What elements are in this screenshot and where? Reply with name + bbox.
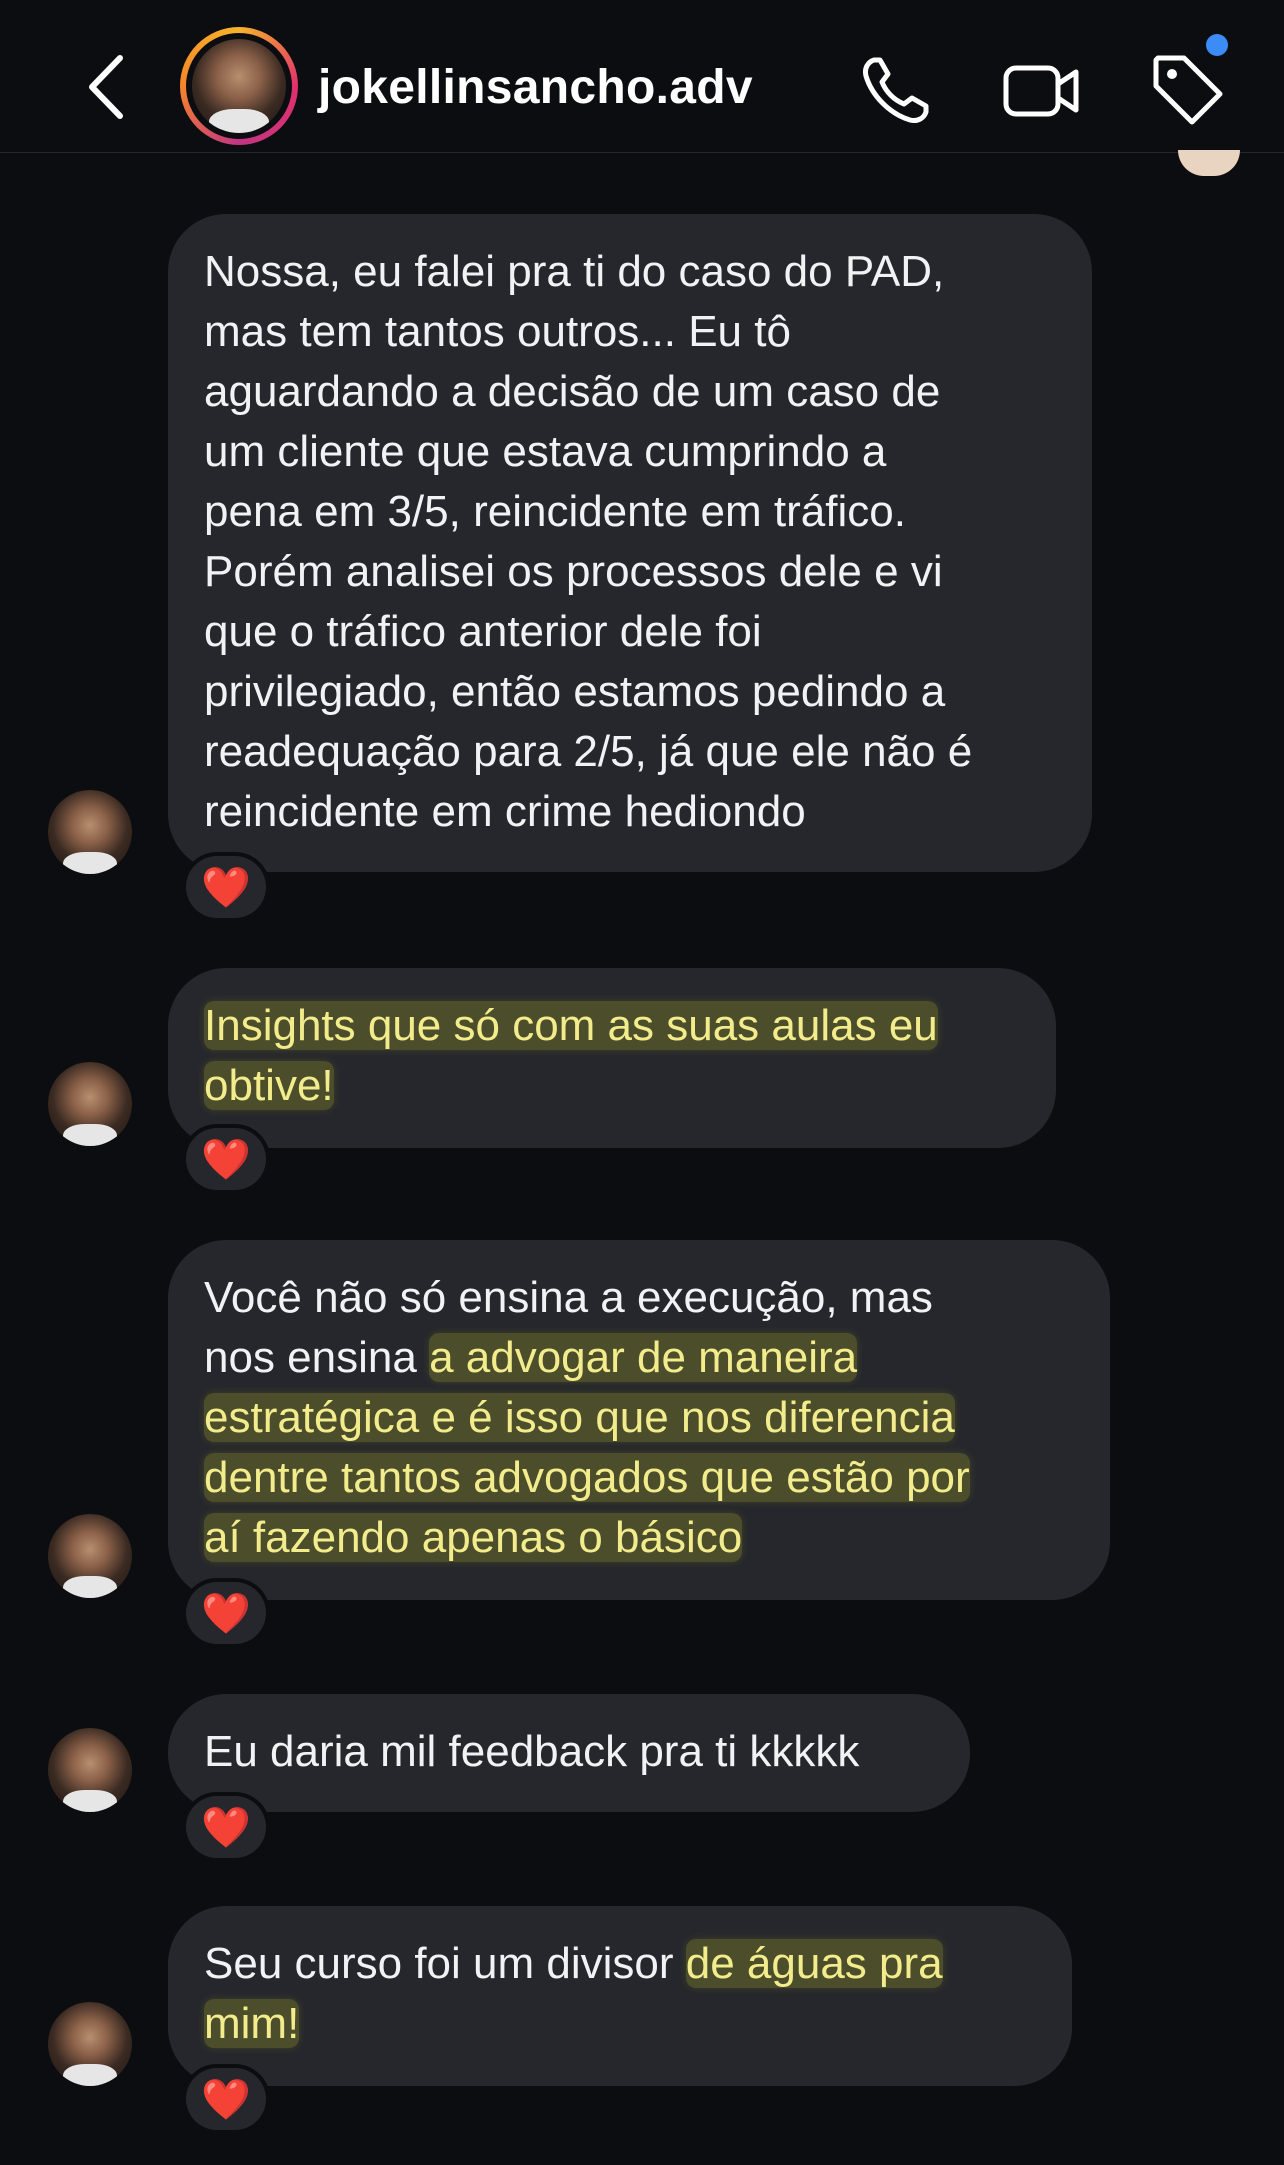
message-bubble[interactable]: Você não só ensina a execução, mas nos e…	[168, 1240, 1110, 1600]
highlighted-text: estratégica e é isso que nos diferencia	[204, 1393, 955, 1442]
heart-reaction-icon: ❤️	[186, 2068, 266, 2130]
message-line: Eu daria mil feedback pra ti kkkkk	[204, 1727, 860, 1776]
avatar-photo	[192, 39, 286, 133]
message-line: reincidente em crime hediondo	[204, 787, 806, 836]
message-text: nos ensina	[204, 1333, 430, 1382]
message-bubble[interactable]: Eu daria mil feedback pra ti kkkkk	[168, 1694, 970, 1812]
heart-reaction-icon: ❤️	[186, 1128, 266, 1190]
message-text: Seu curso foi um divisor	[204, 1939, 686, 1988]
highlighted-text: de águas pra	[685, 1939, 943, 1988]
heart-reaction-icon: ❤️	[186, 856, 266, 918]
message-line: privilegiado, então estamos pedindo a	[204, 667, 946, 716]
reaction-badge[interactable]: ❤️	[182, 1578, 270, 1648]
highlighted-text: obtive!	[204, 1061, 334, 1110]
message-line: Nossa, eu falei pra ti do caso do PAD,	[204, 247, 945, 296]
back-button[interactable]	[82, 52, 132, 122]
reaction-badge[interactable]: ❤️	[182, 2064, 270, 2134]
voice-call-button[interactable]	[856, 50, 936, 130]
sender-avatar[interactable]	[48, 790, 132, 874]
message-line: que o tráfico anterior dele foi	[204, 607, 762, 656]
highlighted-text: aí fazendo apenas o básico	[204, 1513, 743, 1562]
heart-reaction-icon: ❤️	[186, 1582, 266, 1644]
back-chevron-icon	[89, 55, 123, 119]
sender-avatar[interactable]	[48, 2002, 132, 2086]
highlighted-text: a advogar de maneira	[429, 1333, 858, 1382]
label-button[interactable]	[1148, 50, 1228, 130]
video-camera-icon	[1003, 65, 1079, 117]
highlighted-text: mim!	[204, 1999, 300, 2048]
message-line: readequação para 2/5, já que ele não é	[204, 727, 973, 776]
reaction-badge[interactable]: ❤️	[182, 1792, 270, 1862]
message-bubble[interactable]: Insights que só com as suas aulas eu obt…	[168, 968, 1056, 1148]
reaction-badge[interactable]: ❤️	[182, 1124, 270, 1194]
sender-avatar[interactable]	[48, 1514, 132, 1598]
message-line: Porém analisei os processos dele e vi	[204, 547, 943, 596]
heart-reaction-icon: ❤️	[186, 1796, 266, 1858]
highlighted-text: dentre tantos advogados que estão por	[204, 1453, 970, 1502]
reaction-badge[interactable]: ❤️	[182, 852, 270, 922]
partial-sticker	[1178, 150, 1240, 176]
message-line: aguardando a decisão de um caso de	[204, 367, 941, 416]
message-line: pena em 3/5, reincidente em tráfico.	[204, 487, 906, 536]
username-title[interactable]: jokellinsancho.adv	[318, 60, 753, 115]
message-line: Você não só ensina a execução, mas	[204, 1273, 933, 1322]
message-line: um cliente que estava cumprindo a	[204, 427, 887, 476]
chat-header: jokellinsancho.adv	[0, 0, 1284, 153]
sender-avatar[interactable]	[48, 1062, 132, 1146]
notification-dot	[1206, 34, 1228, 56]
phone-icon	[863, 57, 929, 123]
sender-avatar[interactable]	[48, 1728, 132, 1812]
tag-icon	[1153, 55, 1223, 125]
profile-avatar[interactable]	[180, 27, 298, 145]
message-bubble[interactable]: Nossa, eu falei pra ti do caso do PAD, m…	[168, 214, 1092, 872]
message-line: mas tem tantos outros... Eu tô	[204, 307, 791, 356]
message-bubble[interactable]: Seu curso foi um divisor de águas pra mi…	[168, 1906, 1072, 2086]
highlighted-text: Insights que só com as suas aulas eu	[204, 1001, 938, 1050]
video-call-button[interactable]	[1002, 50, 1082, 130]
